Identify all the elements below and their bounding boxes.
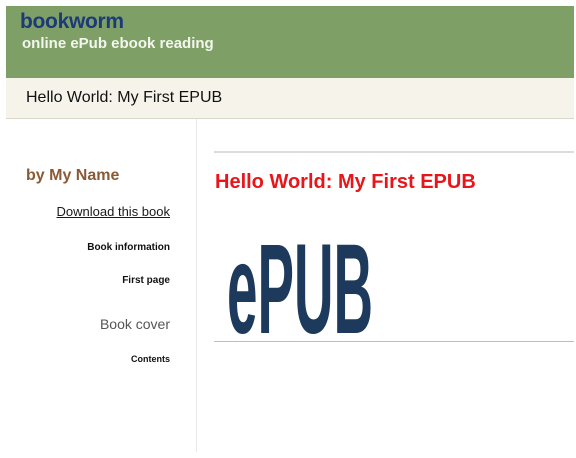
download-book-link[interactable]: Download this book (57, 204, 170, 219)
book-title-bar: Hello World: My First EPUB (6, 78, 574, 119)
book-title-bar-text: Hello World: My First EPUB (26, 89, 223, 106)
epub-logo-text: ePUB (227, 218, 373, 339)
app-window: bookworm online ePub ebook reading Hello… (6, 6, 574, 452)
book-content: Hello World: My First EPUB ePUB (197, 119, 574, 452)
contents-link[interactable]: Contents (131, 354, 170, 364)
site-tagline: online ePub ebook reading (22, 35, 214, 52)
first-page-link[interactable]: First page (122, 275, 170, 286)
site-header: bookworm online ePub ebook reading (6, 6, 574, 78)
book-heading: Hello World: My First EPUB (215, 171, 476, 193)
brand-logo-text[interactable]: bookworm (20, 10, 124, 34)
book-cover-link[interactable]: Book cover (100, 316, 170, 332)
book-information-link[interactable]: Book information (87, 242, 170, 253)
sidebar: by My Name Download this book Book infor… (6, 119, 197, 452)
content-divider-top (214, 151, 574, 153)
content-divider-bottom (214, 341, 574, 342)
book-author: by My Name (26, 167, 120, 184)
epub-logo-image: ePUB (227, 218, 373, 339)
